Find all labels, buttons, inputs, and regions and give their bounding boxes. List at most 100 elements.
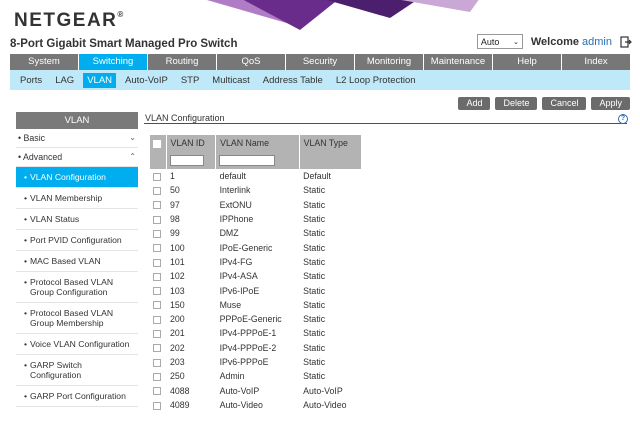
logout-icon[interactable]: [620, 35, 632, 48]
sidebar-item-protocol-based-vlan-group-configuration[interactable]: Protocol Based VLAN Group Configuration: [16, 272, 138, 303]
sidebar-item-garp-port-configuration[interactable]: GARP Port Configuration: [16, 386, 138, 407]
nav-tab-index[interactable]: Index: [562, 54, 630, 70]
row-checkbox[interactable]: [153, 215, 161, 224]
sidebar-item-vlan-membership[interactable]: VLAN Membership: [16, 188, 138, 209]
subnav-l2-loop-protection[interactable]: L2 Loop Protection: [336, 75, 416, 86]
vlan-name-cell: IPv4-ASA: [219, 271, 258, 282]
vlan-name-cell: Admin: [219, 371, 245, 382]
vlan-id-cell: 98: [170, 214, 180, 225]
row-checkbox[interactable]: [153, 201, 161, 210]
table-row[interactable]: 100 IPoE-Generic Static: [150, 240, 362, 254]
vlan-id-cell: 103: [170, 285, 185, 296]
chevron-down-icon: ⌄: [513, 38, 519, 46]
table-row[interactable]: 201 IPv4-PPPoE-1 Static: [150, 326, 362, 340]
subnav-address-table[interactable]: Address Table: [263, 75, 323, 86]
select-all-checkbox[interactable]: [153, 139, 161, 148]
vlan-type-cell: Static: [303, 328, 326, 339]
row-checkbox[interactable]: [153, 287, 161, 296]
nav-tab-maintenance[interactable]: Maintenance: [424, 54, 493, 70]
vlan-type-cell: Static: [303, 285, 326, 296]
table-row[interactable]: 97 ExtONU Static: [150, 198, 362, 212]
delete-button[interactable]: Delete: [495, 97, 538, 110]
nav-tab-system[interactable]: System: [10, 54, 79, 70]
subnav-ports[interactable]: Ports: [20, 75, 42, 86]
subnav-stp[interactable]: STP: [181, 75, 199, 86]
sidebar-item-vlan-status[interactable]: VLAN Status: [16, 209, 138, 230]
vlan-id-cell: 200: [170, 314, 185, 325]
vlan-name-cell: Auto-Video: [219, 399, 263, 410]
vlan-type-cell: Static: [303, 256, 326, 267]
row-checkbox[interactable]: [153, 187, 161, 196]
help-icon[interactable]: ?: [618, 114, 628, 124]
nav-tab-security[interactable]: Security: [286, 54, 355, 70]
sidebar-item-mac-based-vlan[interactable]: MAC Based VLAN: [16, 251, 138, 272]
table-row[interactable]: 102 IPv4-ASA Static: [150, 269, 362, 283]
header-controls: Auto ⌄ Welcome admin: [476, 34, 632, 49]
row-checkbox[interactable]: [153, 330, 161, 339]
sidebar-item-protocol-based-vlan-group-membership[interactable]: Protocol Based VLAN Group Membership: [16, 303, 138, 334]
sidebar-title: VLAN: [16, 112, 138, 129]
row-checkbox[interactable]: [153, 301, 161, 310]
vlan-id-cell: 203: [170, 357, 185, 367]
row-checkbox[interactable]: [153, 172, 161, 181]
vlan-type-cell: Static: [303, 342, 326, 353]
row-checkbox[interactable]: [153, 315, 161, 324]
table-row[interactable]: 50 Interlink Static: [150, 183, 362, 197]
column-vlan-name[interactable]: VLAN Name: [215, 135, 300, 151]
nav-tab-help[interactable]: Help: [493, 54, 562, 70]
vlan-id-cell: 102: [170, 271, 185, 282]
row-checkbox[interactable]: [153, 387, 161, 396]
vlan-type-cell: Default: [303, 171, 331, 182]
vlan-id-input[interactable]: [169, 154, 204, 166]
vlan-type-cell: Static: [303, 185, 326, 196]
sidebar-item-voice-vlan-configuration[interactable]: Voice VLAN Configuration: [16, 334, 138, 355]
vlan-type-cell: Static: [303, 214, 326, 225]
table-row[interactable]: 1 default Default: [150, 169, 362, 183]
vlan-id-cell: 201: [170, 328, 185, 339]
nav-tab-monitoring[interactable]: Monitoring: [355, 54, 424, 70]
vlan-name-cell: ExtONU: [219, 199, 252, 210]
sidebar: VLAN • Basic⌄ • Advanced⌃ VLAN Configura…: [16, 112, 138, 407]
column-vlan-type[interactable]: VLAN Type: [299, 135, 363, 151]
table-row[interactable]: 99 DMZ Static: [150, 226, 362, 240]
language-select[interactable]: Auto ⌄: [476, 34, 523, 49]
subnav-lag[interactable]: LAG: [55, 75, 74, 86]
table-row[interactable]: 250 Admin Static: [150, 369, 362, 383]
vlan-type-cell: Static: [303, 371, 326, 382]
table-row[interactable]: 103 IPv6-IPoE Static: [150, 283, 362, 297]
nav-tab-qos[interactable]: QoS: [217, 54, 286, 70]
table-row[interactable]: 98 IPPhone Static: [150, 212, 362, 226]
table-row[interactable]: 150 Muse Static: [150, 298, 362, 312]
header-decoration: [206, 0, 479, 30]
sidebar-item-garp-switch-configuration[interactable]: GARP Switch Configuration: [16, 355, 138, 386]
column-vlan-id[interactable]: VLAN ID: [166, 135, 217, 151]
add-button[interactable]: Add: [458, 97, 491, 110]
row-checkbox[interactable]: [153, 258, 161, 267]
table-row[interactable]: 203 IPv6-PPPoE Static: [150, 355, 362, 369]
row-checkbox[interactable]: [153, 244, 161, 253]
sidebar-item-port-pvid-configuration[interactable]: Port PVID Configuration: [16, 230, 138, 251]
row-checkbox[interactable]: [153, 344, 161, 353]
subnav-vlan[interactable]: VLAN: [83, 72, 117, 88]
sidebar-basic[interactable]: • Basic ⌄: [16, 129, 138, 148]
sidebar-item-vlan-configuration[interactable]: VLAN Configuration: [16, 167, 138, 188]
table-row[interactable]: 202 IPv4-PPPoE-2 Static: [150, 341, 362, 355]
table-row[interactable]: 4088 Auto-VoIP Auto-VoIP: [150, 383, 362, 397]
nav-tab-routing[interactable]: Routing: [148, 54, 217, 70]
table-row[interactable]: 200 PPPoE-Generic Static: [150, 312, 362, 326]
table-row[interactable]: 4089 Auto-Video Auto-Video: [150, 398, 362, 412]
subnav-auto-voip[interactable]: Auto-VoIP: [125, 75, 168, 86]
apply-button[interactable]: Apply: [591, 97, 630, 110]
row-checkbox[interactable]: [153, 358, 161, 367]
row-checkbox[interactable]: [153, 372, 161, 381]
row-checkbox[interactable]: [153, 230, 161, 238]
row-checkbox[interactable]: [153, 272, 161, 281]
vlan-name-input[interactable]: [219, 154, 276, 166]
cancel-button[interactable]: Cancel: [542, 97, 587, 110]
table-row[interactable]: 101 IPv4-FG Static: [150, 255, 362, 269]
sidebar-advanced[interactable]: • Advanced ⌃: [16, 148, 138, 167]
title-divider: [144, 123, 627, 124]
subnav-multicast[interactable]: Multicast: [212, 75, 249, 86]
row-checkbox[interactable]: [153, 401, 161, 410]
nav-tab-switching[interactable]: Switching: [79, 54, 148, 70]
